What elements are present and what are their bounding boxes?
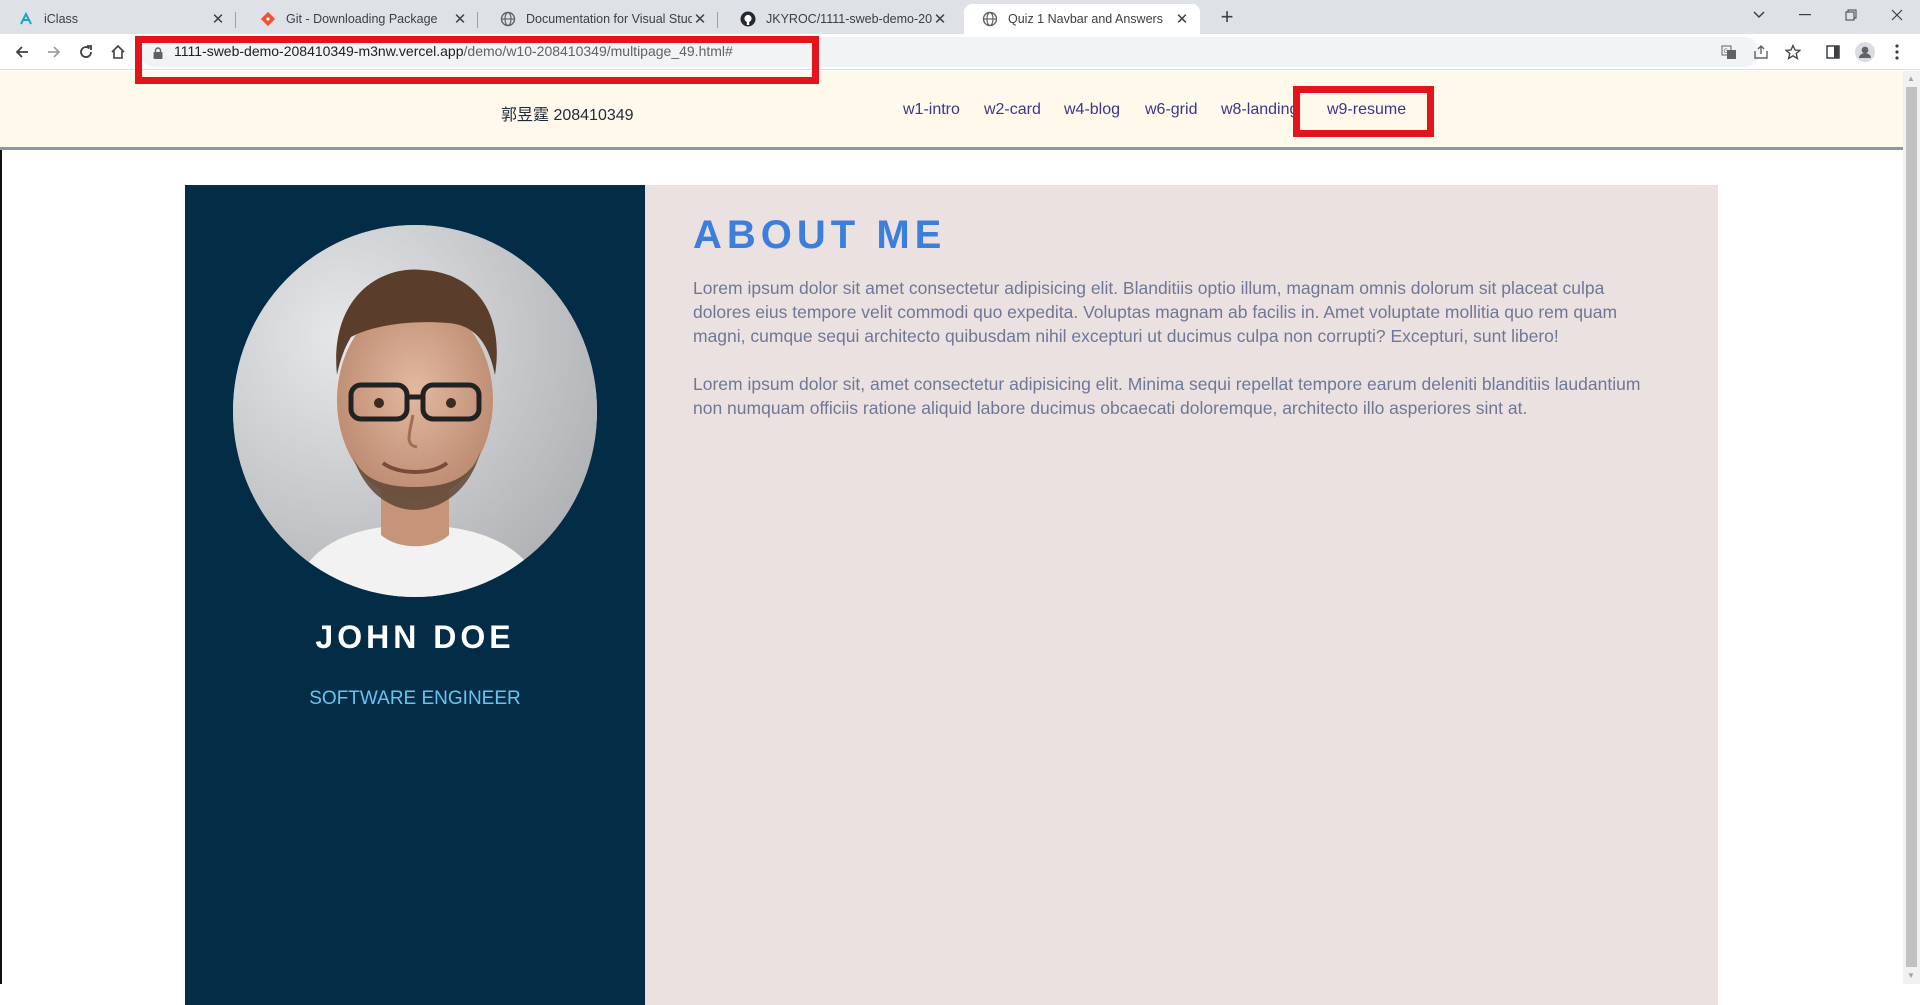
svg-text:G: G <box>1724 48 1729 55</box>
tab-strip: iClass ✕ Git - Downloading Package ✕ Doc… <box>0 0 1920 34</box>
forward-arrow-icon[interactable] <box>42 40 66 64</box>
profile-job-title: SOFTWARE ENGINEER <box>309 688 521 709</box>
tab-git-download[interactable]: Git - Downloading Package ✕ <box>242 4 478 34</box>
close-icon[interactable]: ✕ <box>1174 10 1190 28</box>
nav-annotation-box <box>1293 86 1434 137</box>
url-annotation-box <box>135 36 819 84</box>
tab-iclass[interactable]: iClass ✕ <box>0 4 236 34</box>
profile-avatar-icon[interactable] <box>1855 42 1875 62</box>
avatar <box>233 225 597 597</box>
nav-link-w4-blog[interactable]: w4-blog <box>1064 101 1120 119</box>
tab-separator <box>717 12 718 28</box>
tab-title: Documentation for Visual Studi <box>526 12 692 26</box>
tab-quiz-navbar[interactable]: Quiz 1 Navbar and Answers ✕ <box>964 4 1200 34</box>
about-panel: ABOUT ME Lorem ipsum dolor sit amet cons… <box>645 185 1718 1005</box>
scrollbar-thumb[interactable] <box>1906 87 1917 967</box>
tab-github-repo[interactable]: JKYROC/1111-sweb-demo-208 ✕ <box>722 4 958 34</box>
close-icon[interactable]: ✕ <box>932 10 948 28</box>
iclass-favicon-icon <box>18 11 34 27</box>
tab-separator <box>235 12 236 28</box>
profile-panel: JOHN DOE SOFTWARE ENGINEER <box>185 185 645 1005</box>
scroll-down-arrow-icon[interactable]: ▼ <box>1907 971 1915 980</box>
reload-icon[interactable] <box>74 40 98 64</box>
tab-title: Quiz 1 Navbar and Answers <box>1008 12 1163 26</box>
git-favicon-icon <box>260 11 276 27</box>
resume-section: JOHN DOE SOFTWARE ENGINEER ABOUT ME Lore… <box>185 185 1718 1005</box>
bookmark-star-icon[interactable] <box>1783 42 1803 62</box>
home-icon[interactable] <box>106 40 130 64</box>
share-icon[interactable] <box>1751 42 1771 62</box>
vertical-scrollbar[interactable]: ▲ ▼ <box>1903 71 1920 984</box>
close-window-button[interactable] <box>1874 0 1920 30</box>
nav-link-w6-grid[interactable]: w6-grid <box>1145 101 1197 119</box>
about-paragraph: Lorem ipsum dolor sit, amet consectetur … <box>693 374 1641 418</box>
close-icon[interactable]: ✕ <box>452 10 468 28</box>
minimize-button[interactable] <box>1782 0 1828 30</box>
nav-link-w8-landing[interactable]: w8-landing <box>1221 101 1298 119</box>
profile-name: JOHN DOE <box>315 619 515 655</box>
side-panel-icon[interactable] <box>1823 42 1843 62</box>
about-heading: ABOUT ME <box>693 213 947 257</box>
close-icon[interactable]: ✕ <box>692 10 708 28</box>
translate-icon[interactable]: G <box>1719 42 1739 62</box>
nav-link-w1-intro[interactable]: w1-intro <box>903 101 960 119</box>
tab-title: Git - Downloading Package <box>286 12 438 26</box>
globe-icon <box>982 11 998 27</box>
menu-kebab-icon[interactable] <box>1887 42 1907 62</box>
tab-search-icon[interactable] <box>1736 0 1782 30</box>
nav-link-w2-card[interactable]: w2-card <box>984 101 1041 119</box>
restore-button[interactable] <box>1828 0 1874 30</box>
about-paragraph: Lorem ipsum dolor sit amet consectetur a… <box>693 278 1618 346</box>
tab-vs-docs[interactable]: Documentation for Visual Studi ✕ <box>482 4 718 34</box>
scroll-up-arrow-icon[interactable]: ▲ <box>1907 74 1915 83</box>
tab-title: iClass <box>44 12 79 26</box>
github-icon <box>740 11 756 27</box>
back-arrow-icon[interactable] <box>10 40 34 64</box>
tab-title: JKYROC/1111-sweb-demo-208 <box>766 12 932 26</box>
site-brand[interactable]: 郭昱霆 208410349 <box>501 101 634 125</box>
globe-icon <box>500 11 516 27</box>
tab-separator <box>477 12 478 28</box>
new-tab-button[interactable]: + <box>1215 6 1239 30</box>
close-icon[interactable]: ✕ <box>210 10 226 28</box>
